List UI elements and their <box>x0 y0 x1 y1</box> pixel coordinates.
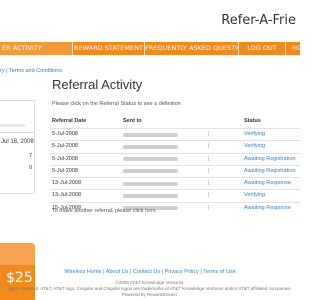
row-divider: | <box>208 143 210 150</box>
table-row: 13-Jul-2008 | Awaiting Response <box>50 177 300 189</box>
footer-link-terms-of-use[interactable]: Terms of Use <box>203 269 235 275</box>
table-row: 5-Jul-2008 | Awaiting Registration <box>50 164 300 177</box>
table-row: 5-Jul-2008 | Verifying <box>50 140 300 152</box>
status-link[interactable]: Verifying <box>244 143 265 149</box>
column-header-status: Status <box>244 118 261 124</box>
table-row: 5-Jul-2008 | Verifying <box>50 128 300 140</box>
footer-copyright: ©2008 AT&T Knowledge Ventures. <box>115 280 185 285</box>
tab-referral-activity[interactable]: ER ACTIVITY <box>0 42 73 55</box>
another-referral-link[interactable]: here. <box>145 208 158 214</box>
site-logo: Refer-A-Frie <box>221 13 296 28</box>
sub-nav-links[interactable]: ry | Terms and Conditions <box>0 68 62 74</box>
row-date: 13-Jul-2008 <box>52 192 82 199</box>
footer-link-about-us[interactable]: About Us <box>106 269 129 275</box>
sidebar-count-second: 0 <box>29 165 33 171</box>
another-referral-text: To make another referral, please click h… <box>52 208 157 214</box>
status-link[interactable]: Awaiting Response <box>244 180 291 186</box>
table-row: 13-Jul-2008 | Verifying <box>50 189 300 201</box>
row-divider: | <box>208 180 210 187</box>
row-divider: | <box>208 131 210 137</box>
main-nav: ER ACTIVITY REWARD STATEMENT FREQUENTLY … <box>0 42 300 55</box>
status-link[interactable]: Verifying <box>244 131 265 137</box>
sidebar-count-total: 7 <box>29 153 33 159</box>
row-divider: | <box>208 204 210 211</box>
footer-link-privacy-policy[interactable]: Privacy Policy <box>165 269 199 275</box>
footer-link-wireless-home[interactable]: Wireless Home <box>64 269 101 275</box>
tab-reward-statement[interactable]: REWARD STATEMENT <box>73 42 145 55</box>
redacted-recipient <box>123 132 178 137</box>
row-divider: | <box>208 167 210 174</box>
sidebar-redacted-line <box>0 124 25 127</box>
row-divider: | <box>208 155 210 162</box>
column-header-sent-to: Sent to <box>123 118 142 124</box>
status-instruction: Please click on the Referral Status to s… <box>52 101 181 107</box>
footer-powered-by: Powered by RewardStream. <box>121 292 179 297</box>
tab-faq[interactable]: FREQUENTLY ASKED QUESTIONS <box>145 42 239 55</box>
row-date: 5-Jul-2008 <box>52 155 78 162</box>
tab-home[interactable]: HOME <box>286 42 300 55</box>
footer-nav: Wireless Home | About Us | Contact Us | … <box>0 269 300 275</box>
redacted-recipient <box>123 181 178 186</box>
redacted-recipient <box>123 193 178 198</box>
card-decoration <box>0 243 35 265</box>
status-link[interactable]: Awaiting Registration <box>244 168 296 174</box>
footer-link-contact-us[interactable]: Contact Us <box>133 269 160 275</box>
row-date: 5-Jul-2008 <box>52 167 78 174</box>
row-date: 13-Jul-2008 <box>52 180 82 187</box>
redacted-recipient <box>123 144 178 149</box>
footer-trademark-notice: rights reserved. AT&T, AT&T logo, Cingul… <box>8 286 292 291</box>
sidebar-summary-panel: Jul 18, 2008 7 0 <box>0 132 35 194</box>
another-referral-prefix: To make another referral, please click <box>52 208 144 214</box>
column-header-date: Referral Date <box>52 118 87 124</box>
redacted-recipient <box>123 169 178 174</box>
referral-table: 5-Jul-2008 | Verifying 5-Jul-2008 | Veri… <box>50 128 300 214</box>
row-date: 5-Jul-2008 <box>52 131 78 137</box>
status-link[interactable]: Awaiting Registration <box>244 156 296 162</box>
sidebar-date: Jul 18, 2008 <box>1 139 34 145</box>
status-link[interactable]: Verifying <box>244 192 265 198</box>
page-title: Referral Activity <box>52 77 143 92</box>
table-row: 5-Jul-2008 | Awaiting Registration <box>50 152 300 165</box>
tab-log-out[interactable]: LOG OUT <box>239 42 286 55</box>
redacted-recipient <box>123 157 178 162</box>
row-date: 5-Jul-2008 <box>52 143 78 150</box>
status-link[interactable]: Awaiting Response <box>244 205 291 211</box>
table-header: Referral Date Sent to Status <box>50 117 300 126</box>
row-divider: | <box>208 192 210 199</box>
